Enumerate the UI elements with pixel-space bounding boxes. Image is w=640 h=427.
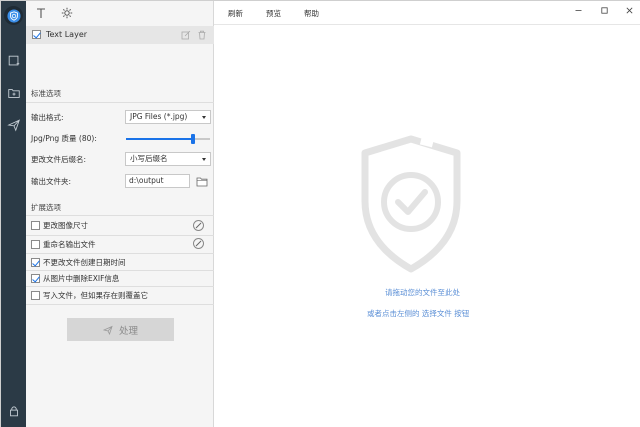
logo-shield-button[interactable] [4, 6, 23, 25]
layer-item[interactable]: Text Layer [26, 26, 214, 44]
output-folder-label: 输出文件夹: [31, 177, 72, 186]
divider [26, 286, 214, 287]
layer-checkbox[interactable] [32, 30, 41, 39]
drop-area[interactable]: 刷新 预览 帮助 请拖动您的文件至此处 或者点击左侧的 选择文件 按钮 [214, 1, 640, 427]
menu-help[interactable]: 帮助 [304, 8, 319, 19]
divider [26, 253, 214, 254]
layer-label: Text Layer [46, 30, 88, 39]
divider [26, 304, 214, 305]
output-folder-input[interactable]: d:\output [125, 174, 190, 188]
pencil-icon [195, 240, 202, 247]
send-button[interactable] [4, 115, 23, 134]
output-format-value: JPG Files (*.jpg) [130, 112, 188, 121]
extended-options-title: 扩展选项 [31, 203, 61, 212]
option-checkbox[interactable] [31, 258, 40, 267]
slider-fill [126, 138, 193, 140]
panel-toolbar [26, 1, 214, 25]
app-window: Text Layer 标准选项 输出格式: JPG Files (*.jpg) … [0, 0, 640, 427]
rename-settings-button[interactable] [193, 238, 204, 249]
menu-preview[interactable]: 预览 [266, 8, 281, 19]
standard-options-title: 标准选项 [31, 89, 61, 98]
close-button[interactable] [624, 5, 634, 15]
add-file-button[interactable] [4, 51, 23, 70]
browse-folder-button[interactable] [196, 176, 208, 187]
slider-thumb[interactable] [191, 134, 195, 144]
add-text-button[interactable] [33, 5, 49, 21]
add-file-icon [8, 55, 19, 65]
menu-bar: 刷新 预览 帮助 [214, 1, 640, 25]
menu-refresh[interactable]: 刷新 [228, 8, 243, 19]
watermark-settings-button[interactable] [59, 5, 75, 21]
add-folder-button[interactable] [4, 83, 23, 102]
paper-plane-icon [102, 325, 113, 335]
trash-icon [198, 30, 206, 40]
add-folder-icon [7, 88, 20, 98]
divider [26, 235, 214, 236]
option-label: 不更改文件创建日期时间 [43, 258, 126, 267]
output-format-label: 输出格式: [31, 113, 64, 122]
process-label: 处理 [118, 325, 138, 337]
option-label: 更改图像尺寸 [43, 221, 88, 230]
process-button[interactable]: 处理 [67, 318, 174, 341]
layer-edit-button[interactable] [181, 30, 191, 40]
resize-settings-button[interactable] [193, 220, 204, 231]
text-t-icon [37, 8, 45, 18]
option-label: 重命名输出文件 [43, 240, 96, 249]
folder-icon [196, 177, 208, 187]
divider [26, 215, 214, 216]
left-rail [1, 1, 26, 427]
option-checkbox[interactable] [31, 240, 40, 249]
close-icon [626, 7, 632, 13]
quality-slider[interactable] [126, 134, 210, 144]
option-checkbox[interactable] [31, 221, 40, 230]
pencil-icon [195, 222, 202, 229]
option-label: 从图片中删除EXIF信息 [43, 274, 120, 283]
ext-value: 小写后缀名 [130, 154, 168, 163]
minimize-icon [575, 9, 581, 11]
shield-check-illustration-icon [361, 135, 461, 273]
output-format-select[interactable]: JPG Files (*.jpg) [125, 110, 211, 124]
chevron-down-icon [202, 158, 206, 161]
drop-hint-secondary: 或者点击左侧的 选择文件 按钮 [367, 309, 470, 318]
quality-label: Jpg/Png 质量 (80): [31, 134, 97, 143]
output-folder-value: d:\output [129, 176, 164, 185]
ext-label: 更改文件后缀名: [31, 155, 87, 164]
shield-check-icon [6, 8, 21, 23]
divider [26, 270, 214, 271]
minimize-button[interactable] [573, 5, 583, 15]
option-checkbox[interactable] [31, 274, 40, 283]
paper-plane-icon [6, 118, 20, 131]
lock-button[interactable] [4, 401, 23, 420]
drop-hint-primary: 请拖动您的文件至此处 [385, 288, 460, 297]
chevron-down-icon [202, 116, 206, 119]
gear-icon [61, 7, 73, 19]
edit-icon [181, 30, 191, 40]
maximize-button[interactable] [599, 5, 609, 15]
lock-icon [9, 405, 18, 416]
option-label: 写入文件，但如果存在则覆盖它 [43, 291, 148, 300]
maximize-icon [600, 6, 608, 14]
settings-panel: Text Layer 标准选项 输出格式: JPG Files (*.jpg) … [26, 1, 214, 427]
layer-delete-button[interactable] [197, 30, 207, 40]
divider [26, 102, 214, 103]
ext-select[interactable]: 小写后缀名 [125, 152, 211, 166]
option-checkbox[interactable] [31, 291, 40, 300]
